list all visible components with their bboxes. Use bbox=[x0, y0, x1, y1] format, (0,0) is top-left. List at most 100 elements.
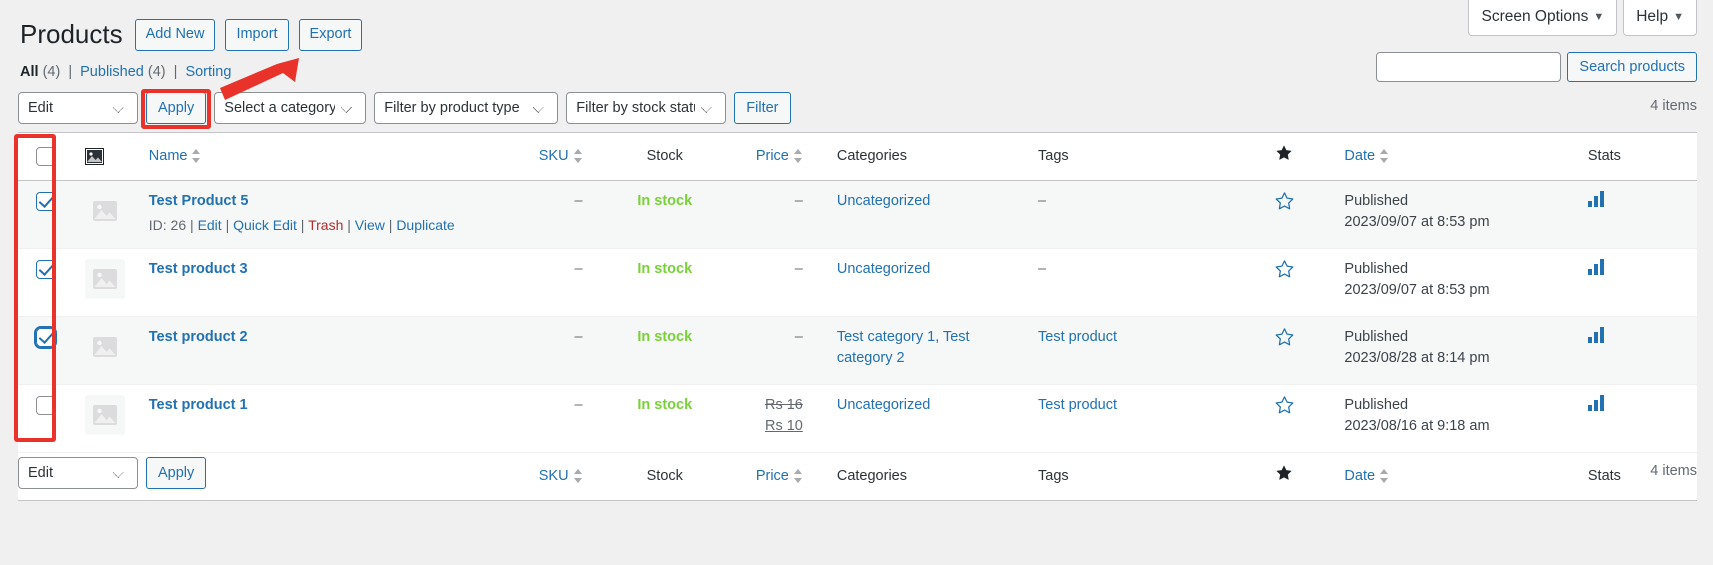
post-date: 2023/08/16 at 9:18 am bbox=[1344, 418, 1490, 435]
search-input[interactable] bbox=[1376, 52, 1562, 82]
star-outline-icon[interactable] bbox=[1274, 327, 1295, 352]
table-head: Name SKU Stock Price Categories Tags Dat… bbox=[18, 133, 1697, 181]
bulk-action-select-top[interactable]: Edit bbox=[18, 92, 138, 124]
row-featured-cell bbox=[1242, 317, 1327, 385]
search-products-button[interactable]: Search products bbox=[1567, 52, 1697, 82]
select-all-header bbox=[18, 133, 79, 181]
row-thumbnail-cell bbox=[79, 317, 140, 385]
product-title-link[interactable]: Test Product 5 bbox=[149, 191, 249, 212]
bulk-apply-button-bottom[interactable]: Apply bbox=[146, 457, 207, 489]
price-sale: Rs 10 bbox=[764, 418, 803, 435]
image-icon bbox=[85, 147, 105, 165]
category-link[interactable]: Uncategorized bbox=[837, 397, 931, 413]
chevron-down-icon: ▼ bbox=[1593, 11, 1605, 23]
post-status: Published bbox=[1344, 397, 1409, 414]
row-checkbox[interactable] bbox=[36, 395, 55, 415]
row-price-cell: – bbox=[723, 317, 829, 385]
tablenav-top: Edit Apply Select a category Filter by p… bbox=[18, 92, 1697, 124]
tablenav-bottom: Edit Apply 4 items bbox=[18, 457, 1697, 489]
import-button[interactable]: Import bbox=[225, 18, 289, 51]
category-link[interactable]: Uncategorized bbox=[837, 261, 931, 277]
sku-value: – bbox=[574, 261, 583, 278]
table-row: Test Product 5 ID: 26 | Edit | Quick Edit… bbox=[18, 180, 1697, 249]
view-all-link[interactable]: All bbox=[20, 64, 39, 80]
row-categories-cell: Uncategorized bbox=[829, 249, 1030, 317]
stock-status-filter-select[interactable]: Filter by stock status bbox=[566, 92, 727, 124]
view-sorting-link[interactable]: Sorting bbox=[185, 64, 231, 80]
thumbnail-header bbox=[79, 133, 140, 181]
name-header[interactable]: Name bbox=[141, 133, 490, 181]
row-action-edit[interactable]: Edit bbox=[198, 217, 222, 233]
placeholder-image-icon bbox=[85, 191, 126, 232]
row-select-cell bbox=[18, 181, 79, 249]
row-action-duplicate[interactable]: Duplicate bbox=[396, 217, 454, 233]
row-sku-cell: – bbox=[490, 385, 606, 453]
row-sku-cell: – bbox=[490, 249, 606, 317]
date-sort-link[interactable]: Date bbox=[1344, 148, 1375, 164]
tag-link[interactable]: Test product bbox=[1038, 329, 1117, 345]
view-all-count: (4) bbox=[42, 64, 61, 80]
row-checkbox[interactable] bbox=[34, 325, 57, 349]
views-separator: | bbox=[173, 64, 178, 80]
page-title: Products bbox=[20, 19, 123, 49]
row-stats-cell bbox=[1570, 385, 1697, 453]
bar-chart-icon[interactable] bbox=[1587, 191, 1608, 214]
date-header[interactable]: Date bbox=[1326, 133, 1569, 181]
post-date: 2023/09/07 at 8:53 pm bbox=[1344, 214, 1490, 231]
product-title-link[interactable]: Test product 1 bbox=[149, 395, 248, 416]
screen-options-tab[interactable]: Screen Options ▼ bbox=[1468, 0, 1618, 37]
row-thumbnail-cell bbox=[79, 249, 140, 317]
price-sort-link[interactable]: Price bbox=[756, 148, 789, 164]
row-name-cell: Test Product 5 ID: 26 | Edit | Quick Edit… bbox=[141, 181, 490, 249]
row-action-trash[interactable]: Trash bbox=[308, 217, 343, 233]
row-tags-cell: – bbox=[1030, 249, 1242, 317]
export-button[interactable]: Export bbox=[298, 18, 363, 51]
table-row: Test product 2 – In stock – Test category 1,… bbox=[18, 316, 1697, 385]
price-header[interactable]: Price bbox=[723, 133, 829, 181]
sku-value: – bbox=[574, 329, 583, 346]
row-select-cell bbox=[18, 317, 79, 385]
row-checkbox[interactable] bbox=[36, 259, 55, 279]
filter-button[interactable]: Filter bbox=[734, 92, 791, 124]
tag-link[interactable]: Test product bbox=[1038, 397, 1117, 413]
row-categories-cell: Uncategorized bbox=[829, 385, 1030, 453]
views-filter-list: All (4) | Published (4) | Sorting bbox=[20, 64, 231, 80]
categories-header: Categories bbox=[836, 148, 907, 164]
row-select-cell bbox=[18, 249, 79, 317]
product-title-link[interactable]: Test product 2 bbox=[149, 327, 248, 348]
row-action-quick-edit[interactable]: Quick Edit bbox=[233, 217, 297, 233]
placeholder-image-icon bbox=[85, 395, 126, 436]
bar-chart-icon[interactable] bbox=[1587, 327, 1608, 350]
star-outline-icon[interactable] bbox=[1274, 259, 1295, 284]
row-action-view[interactable]: View bbox=[355, 217, 385, 233]
name-sort-link[interactable]: Name bbox=[149, 148, 188, 164]
table-row: Test product 1 – In stock Rs 16 Rs 10 Uncateg… bbox=[18, 385, 1697, 453]
displaying-num-bottom: 4 items bbox=[1650, 463, 1697, 479]
bar-chart-icon[interactable] bbox=[1587, 395, 1608, 418]
star-filled-icon bbox=[1275, 144, 1293, 166]
price-value: – bbox=[794, 193, 803, 210]
bar-chart-icon[interactable] bbox=[1587, 259, 1608, 282]
star-outline-icon[interactable] bbox=[1274, 191, 1295, 216]
category-filter-select[interactable]: Select a category bbox=[214, 92, 367, 124]
row-checkbox[interactable] bbox=[36, 191, 55, 211]
product-title-link[interactable]: Test product 3 bbox=[149, 259, 248, 280]
row-categories-cell: Uncategorized bbox=[829, 181, 1030, 249]
product-type-filter-select[interactable]: Filter by product type bbox=[374, 92, 559, 124]
category-link[interactable]: Uncategorized bbox=[837, 193, 931, 209]
star-outline-icon[interactable] bbox=[1274, 395, 1295, 420]
sku-sort-link[interactable]: SKU bbox=[539, 148, 569, 164]
view-published-count: (4) bbox=[147, 64, 166, 80]
sort-indicator-icon bbox=[573, 149, 583, 163]
sku-header[interactable]: SKU bbox=[490, 133, 606, 181]
featured-header bbox=[1242, 133, 1327, 181]
help-tab[interactable]: Help ▼ bbox=[1623, 0, 1697, 37]
row-action-separator: | bbox=[186, 217, 198, 234]
view-published-link[interactable]: Published bbox=[80, 64, 144, 80]
add-new-button[interactable]: Add New bbox=[134, 18, 216, 51]
select-all-checkbox-top[interactable] bbox=[36, 146, 55, 166]
bulk-action-select-bottom[interactable]: Edit bbox=[18, 457, 138, 489]
placeholder-image-icon bbox=[85, 259, 126, 300]
category-link[interactable]: Test category 1, Test category 2 bbox=[837, 329, 970, 366]
bulk-apply-button-top[interactable]: Apply bbox=[146, 92, 207, 124]
